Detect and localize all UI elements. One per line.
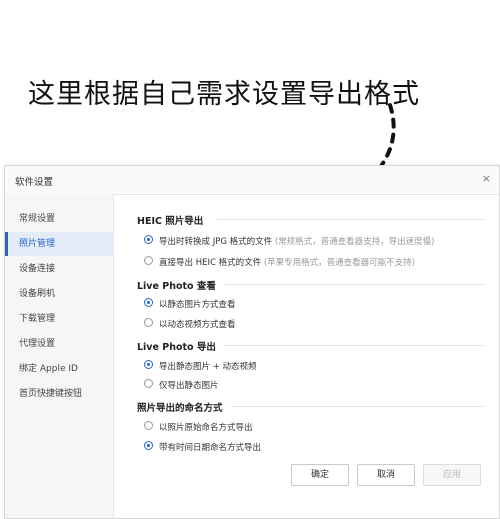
radio-unchecked-icon[interactable]	[144, 421, 153, 430]
sidebar-item-proxy[interactable]: 代理设置	[5, 332, 113, 356]
dialog-titlebar: 软件设置 ×	[5, 166, 499, 195]
option-export-both[interactable]: 导出静态图片 + 动态视频	[144, 360, 257, 372]
radio-unchecked-icon[interactable]	[144, 256, 153, 265]
radio-checked-icon[interactable]	[144, 360, 153, 369]
option-view-static[interactable]: 以静态图片方式查看	[144, 298, 236, 310]
option-note: (苹果专用格式，普通查看器可能不支持)	[263, 258, 415, 268]
option-export-heic[interactable]: 直接导出 HEIC 格式的文件 (苹果专用格式，普通查看器可能不支持)	[144, 256, 415, 268]
settings-content: HEIC 照片导出 导出时转换成 JPG 格式的文件 (常规格式，普通查看器支持…	[113, 194, 499, 518]
settings-dialog: 软件设置 × 常规设置 照片管理 设备连接 设备刷机 下载管理 代理设置 绑定 …	[4, 165, 500, 519]
close-icon[interactable]: ×	[482, 172, 491, 185]
divider	[217, 219, 485, 220]
divider	[231, 406, 485, 407]
dialog-title: 软件设置	[15, 177, 54, 188]
divider	[225, 345, 485, 346]
section-title-live-photo-export: Live Photo 导出	[137, 342, 216, 353]
radio-checked-icon[interactable]	[144, 441, 153, 450]
option-label: 直接导出 HEIC 格式的文件	[159, 258, 262, 268]
option-label: 以动态视频方式查看	[159, 320, 236, 330]
option-note: (常规格式，普通查看器支持，导出速度慢)	[274, 237, 435, 247]
option-label: 以静态图片方式查看	[159, 300, 236, 310]
option-label: 以照片原始命名方式导出	[159, 423, 253, 433]
section-title-naming: 照片导出的命名方式	[137, 403, 223, 414]
radio-unchecked-icon[interactable]	[144, 379, 153, 388]
option-datetime-name[interactable]: 带有时间日期命名方式导出	[144, 441, 262, 453]
option-convert-jpg[interactable]: 导出时转换成 JPG 格式的文件 (常规格式，普通查看器支持，导出速度慢)	[144, 235, 435, 247]
section-title-heic-export: HEIC 照片导出	[137, 216, 204, 227]
sidebar-item-download[interactable]: 下载管理	[5, 307, 113, 331]
option-label: 仅导出静态图片	[159, 381, 219, 391]
option-view-video[interactable]: 以动态视频方式查看	[144, 318, 236, 330]
sidebar-item-apple-id[interactable]: 绑定 Apple ID	[5, 357, 113, 381]
ok-button[interactable]: 确定	[291, 464, 349, 486]
radio-checked-icon[interactable]	[144, 298, 153, 307]
cancel-button[interactable]: 取消	[357, 464, 415, 486]
settings-sidebar: 常规设置 照片管理 设备连接 设备刷机 下载管理 代理设置 绑定 Apple I…	[5, 194, 114, 518]
option-label: 带有时间日期命名方式导出	[159, 443, 262, 453]
sidebar-item-device-connection[interactable]: 设备连接	[5, 257, 113, 281]
option-label: 导出时转换成 JPG 格式的文件	[159, 237, 273, 247]
option-label: 导出静态图片 + 动态视频	[159, 362, 257, 372]
divider	[225, 284, 485, 285]
section-title-live-photo-view: Live Photo 查看	[137, 281, 216, 292]
apply-button[interactable]: 应用	[423, 464, 481, 486]
sidebar-item-home-shortcut[interactable]: 首页快捷键按钮	[5, 382, 113, 406]
sidebar-item-device-flash[interactable]: 设备刷机	[5, 282, 113, 306]
option-original-name[interactable]: 以照片原始命名方式导出	[144, 421, 253, 433]
radio-unchecked-icon[interactable]	[144, 318, 153, 327]
sidebar-item-photo-management[interactable]: 照片管理	[5, 232, 113, 256]
sidebar-item-general[interactable]: 常规设置	[5, 207, 113, 231]
option-export-static-only[interactable]: 仅导出静态图片	[144, 379, 219, 391]
radio-checked-icon[interactable]	[144, 235, 153, 244]
